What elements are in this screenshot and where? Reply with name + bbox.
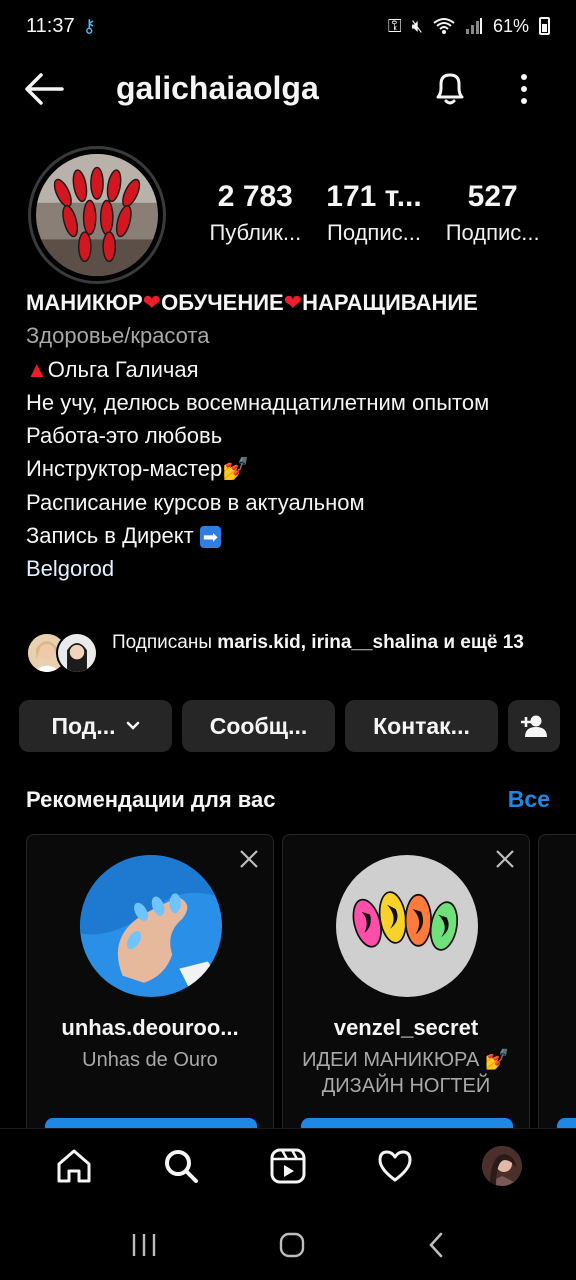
- wifi-icon: [433, 18, 455, 34]
- back-button-icon[interactable]: [426, 1231, 446, 1259]
- add-user-button[interactable]: [508, 700, 560, 752]
- home-icon: [57, 1149, 91, 1182]
- avatar: [56, 632, 98, 674]
- heart-emoji-icon: ❤: [142, 290, 162, 315]
- signal-icon: [465, 18, 482, 34]
- recommendation-username: venzel_secret: [333, 1015, 479, 1040]
- profile-bio: МАНИКЮР❤ОБУЧЕНИЕ❤НАРАЩИВАНИЕ Здоровье/кр…: [26, 286, 556, 586]
- stat-following[interactable]: 527 Подпис...: [433, 180, 552, 246]
- recent-apps-icon[interactable]: [130, 1232, 158, 1258]
- followed-avatars: [26, 630, 106, 676]
- nail-polish-icon: 💅: [222, 456, 250, 482]
- name-part-1: МАНИКЮР: [26, 290, 143, 315]
- recommendations-header: Рекомендации для вас Все: [26, 786, 550, 813]
- close-icon[interactable]: [493, 847, 517, 871]
- profile-category: Здоровье/красота: [26, 323, 210, 349]
- recommendation-subtitle: Unhas de Ouro: [82, 1049, 218, 1071]
- more-vertical-icon[interactable]: [510, 70, 538, 108]
- system-navigation: [0, 1210, 576, 1280]
- close-icon[interactable]: [237, 847, 261, 871]
- status-time: 11:37: [26, 14, 75, 37]
- mute-icon: 🔇︎: [411, 15, 423, 36]
- status-icons: ⚿ 🔇︎ 61%: [388, 16, 550, 37]
- home-button-icon[interactable]: [278, 1231, 306, 1259]
- bell-icon[interactable]: [430, 68, 470, 108]
- search-icon: [164, 1149, 198, 1183]
- recommendation-avatar: [80, 855, 222, 997]
- avatar: [482, 1145, 523, 1186]
- recommendation-avatar: [336, 855, 478, 997]
- followed-by-text: Подписаны maris.kid, irina__shalina и ещ…: [112, 632, 524, 653]
- nav-activity[interactable]: [373, 1144, 417, 1188]
- recommendations-title: Рекомендации для вас: [26, 786, 276, 812]
- chevron-down-icon: [126, 721, 139, 730]
- message-button[interactable]: Сообщ...: [182, 700, 335, 752]
- bio-line: Запись в Директ ➡: [26, 519, 556, 552]
- bio-line: Инструктор-мастер💅: [26, 456, 250, 482]
- profile-name: МАНИКЮР❤ОБУЧЕНИЕ❤НАРАЩИВАНИЕ: [26, 286, 556, 319]
- bio-line: ▲Ольга Галичая: [26, 356, 199, 382]
- add-user-icon: [521, 715, 547, 737]
- profile-location[interactable]: Belgorod: [26, 552, 556, 585]
- battery-icon: [539, 17, 550, 35]
- subscribed-label: Под...: [51, 712, 116, 739]
- name-part-2: ОБУЧЕНИЕ: [161, 290, 284, 315]
- recommendation-subtitle: ИДЕИ МАНИКЮРА 💅 ДИЗАЙН НОГТЕЙ: [302, 1049, 510, 1097]
- subscribed-button[interactable]: Под...: [19, 700, 172, 752]
- stat-followers-value: 171 т...: [326, 180, 422, 213]
- stat-posts-value: 2 783: [217, 180, 293, 213]
- bio-line: Расписание курсов в актуальном: [26, 489, 365, 515]
- stat-following-label: Подпис...: [445, 220, 540, 245]
- followed-by[interactable]: Подписаны maris.kid, irina__shalina и ещ…: [26, 630, 556, 676]
- key-icon: ⚷: [82, 15, 96, 36]
- battery-text: 61%: [492, 15, 529, 36]
- status-bar: 11:37 ⚷ ⚿ 🔇︎ 61%: [0, 0, 576, 52]
- page-title: galichaiaolga: [116, 70, 319, 106]
- name-part-3: НАРАЩИВАНИЕ: [302, 290, 478, 315]
- recommendation-card[interactable]: venzel_secret ИДЕИ МАНИКЮРА 💅 ДИЗАЙН НОГ…: [282, 834, 530, 1134]
- stat-followers[interactable]: 171 т... Подпис...: [315, 180, 434, 246]
- recommendation-username: unhas.deouroo...: [61, 1015, 239, 1040]
- stat-followers-label: Подпис...: [327, 220, 421, 245]
- recommendation-cards: unhas.deouroo... Unhas de Ouro venzel_se…: [26, 834, 576, 1134]
- stat-posts-label: Публик...: [209, 220, 302, 245]
- profile-actions: Под... Сообщ... Контак...: [19, 700, 560, 752]
- see-all-link[interactable]: Все: [508, 786, 550, 813]
- recommendation-card[interactable]: [538, 834, 576, 1134]
- stat-following-value: 527: [467, 180, 518, 213]
- reels-icon: [270, 1148, 306, 1183]
- stat-posts[interactable]: 2 783 Публик...: [196, 180, 315, 246]
- arrow-left-icon[interactable]: [24, 72, 64, 106]
- profile-stats: 2 783 Публик... 171 т... Подпис... 527 П…: [196, 180, 552, 246]
- nav-reels[interactable]: [266, 1144, 310, 1188]
- nav-search[interactable]: [159, 1144, 203, 1188]
- profile-avatar[interactable]: [28, 146, 166, 284]
- arrow-right-emoji-icon: ➡: [199, 526, 221, 549]
- bio-line: Не учу, делюсь восемнадцатилетним опытом: [26, 389, 490, 415]
- nav-home[interactable]: [52, 1144, 96, 1188]
- vpn-key-icon: ⚿: [387, 15, 402, 36]
- avatar-image: [36, 154, 158, 276]
- recommendation-card[interactable]: unhas.deouroo... Unhas de Ouro: [26, 834, 274, 1134]
- heart-emoji-icon: ❤: [283, 290, 303, 315]
- contacts-button[interactable]: Контак...: [345, 700, 498, 752]
- bio-line: Работа-это любовь: [26, 423, 223, 449]
- heart-icon: [378, 1150, 412, 1181]
- red-triangle-icon: ▲: [26, 356, 48, 382]
- bottom-navigation: [0, 1128, 576, 1202]
- profile-header: galichaiaolga: [0, 52, 576, 126]
- nav-profile[interactable]: [480, 1144, 524, 1188]
